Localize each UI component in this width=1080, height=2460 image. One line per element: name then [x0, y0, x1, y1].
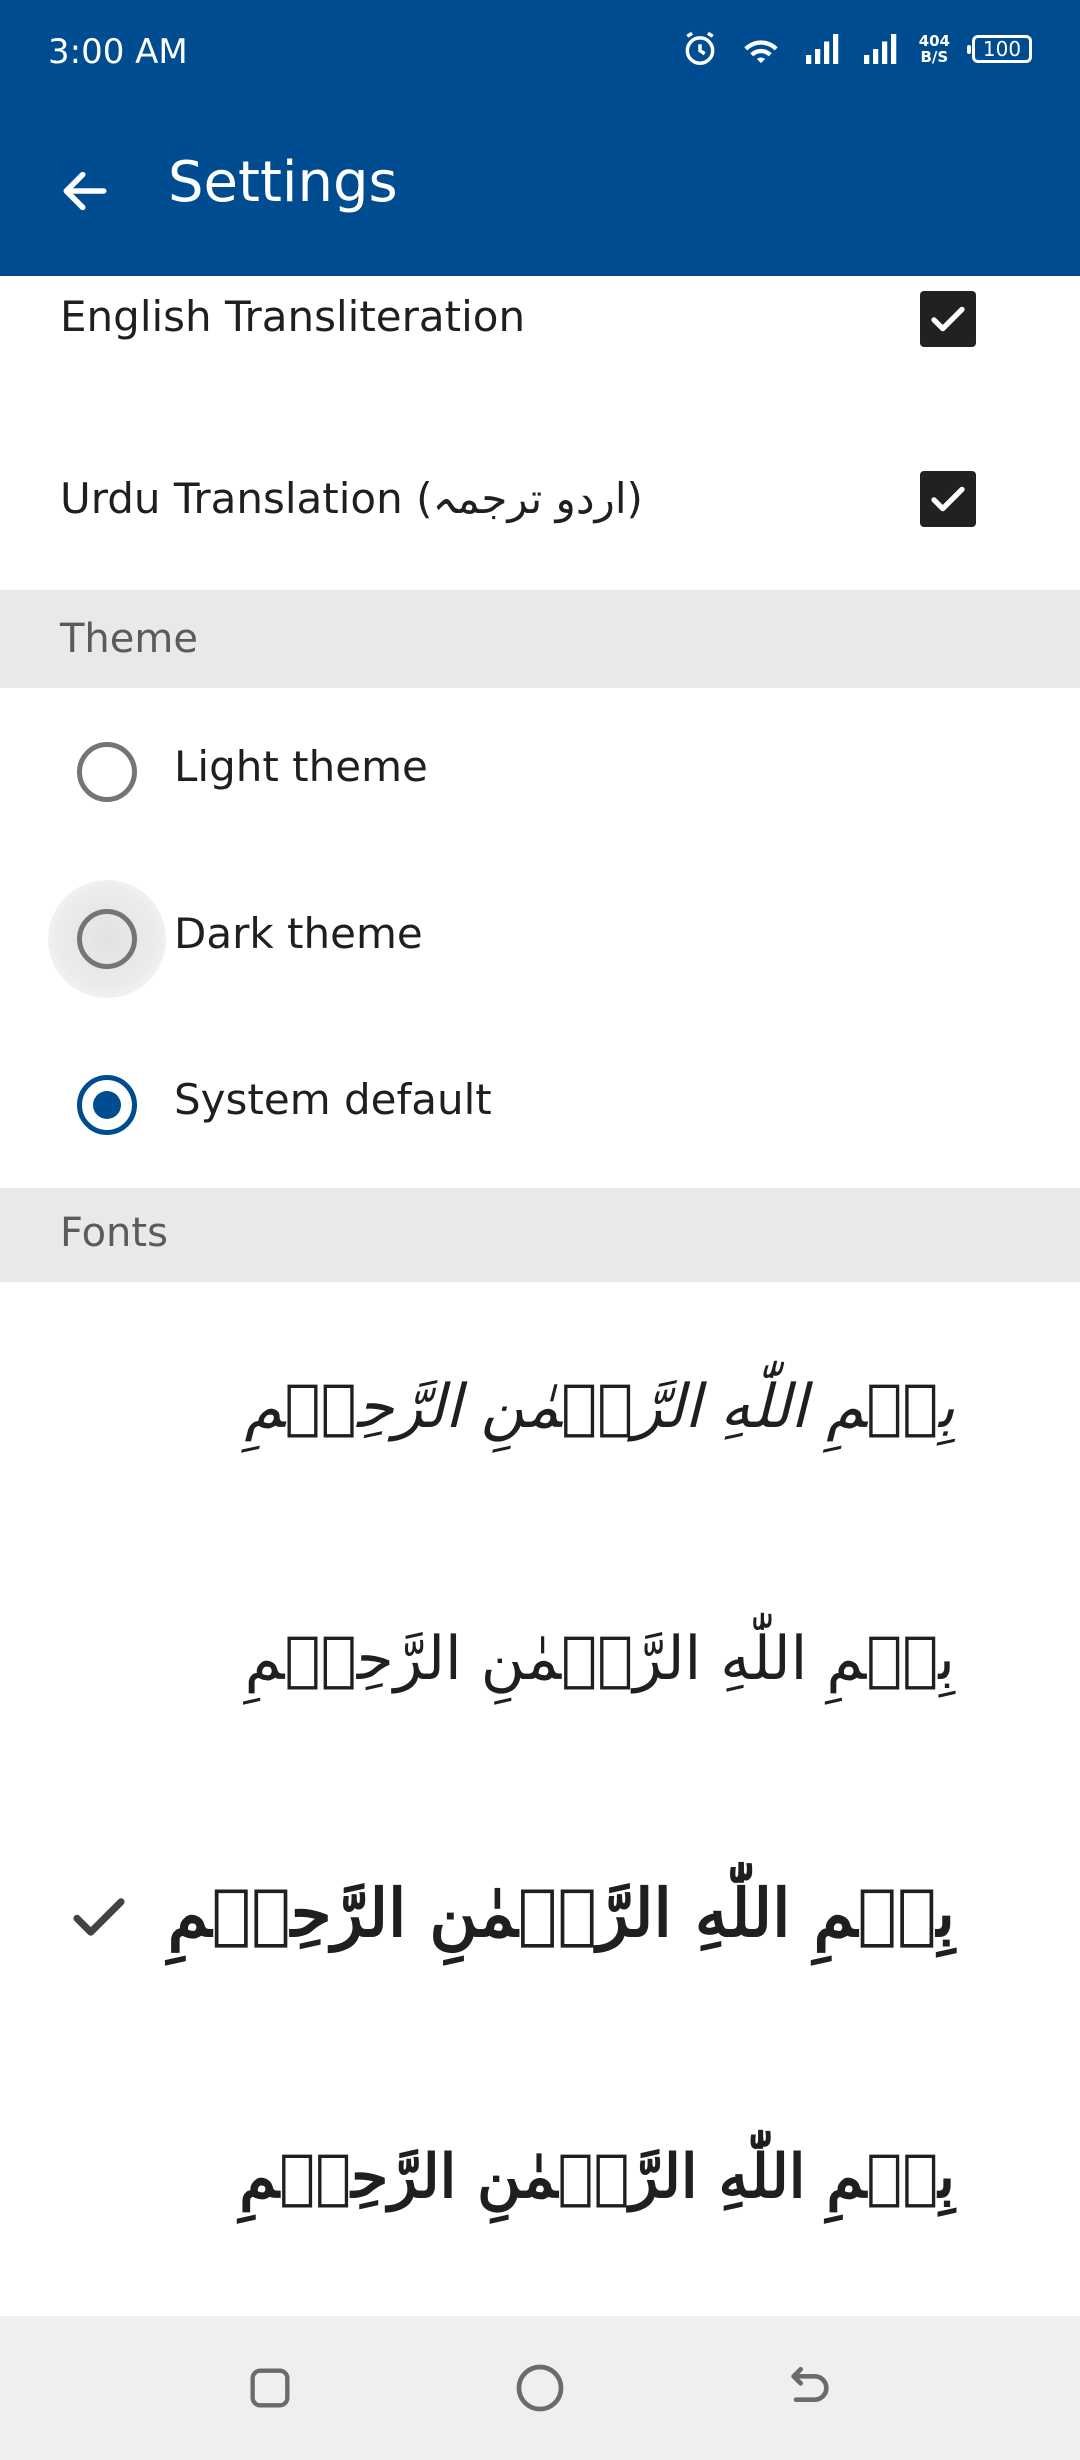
radio-light-theme[interactable]	[77, 742, 137, 802]
radio-dark-theme[interactable]	[77, 909, 137, 969]
return-arrow-icon	[791, 2367, 829, 2402]
section-title: Theme	[60, 616, 198, 662]
network-speed-unit: B/S	[920, 48, 949, 66]
circle-icon	[516, 2364, 564, 2412]
battery-level: 100	[982, 37, 1022, 61]
network-speed: 404 B/S	[919, 33, 950, 65]
font-sample: بِسۡمِ اللّٰهِ الرَّحۡمٰنِ الرَّحِيۡمِ	[244, 1624, 955, 1694]
square-icon	[250, 2368, 290, 2408]
arrow-left-icon	[63, 171, 107, 211]
page-title: Settings	[168, 150, 398, 215]
pref-english-transliteration[interactable]: English Transliteration	[0, 276, 1080, 420]
status-time: 3:00 AM	[48, 32, 188, 72]
radio-label: System default	[174, 1075, 492, 1124]
section-header-theme: Theme	[0, 590, 1080, 688]
font-option-2[interactable]: بِسۡمِ اللّٰهِ الرَّحۡمٰنِ الرَّحِيۡمِ	[0, 1538, 1080, 1794]
alarm-icon	[681, 30, 719, 68]
system-nav-bar	[0, 2316, 1080, 2460]
back-nav-button[interactable]	[774, 2352, 846, 2424]
pref-label: Urdu Translation (اردو ترجمہ)	[60, 474, 643, 523]
radio-system-default[interactable]	[77, 1075, 137, 1135]
radio-label: Dark theme	[174, 909, 423, 958]
recents-button[interactable]	[234, 2352, 306, 2424]
selected-check-icon	[66, 1884, 132, 1954]
check-icon	[931, 486, 965, 512]
wifi-icon	[741, 31, 781, 67]
signal-icon-2	[861, 31, 897, 67]
radio-row-system-default[interactable]: System default	[0, 1034, 1080, 1174]
signal-icon-1	[803, 31, 839, 67]
checkbox-english-transliteration[interactable]	[920, 291, 976, 347]
network-speed-value: 404	[918, 32, 950, 50]
font-option-1[interactable]: بِسۡمِ اللّٰهِ الرَّحۡمٰنِ الرَّحِيۡمِ	[0, 1282, 1080, 1538]
pref-urdu-translation[interactable]: Urdu Translation (اردو ترجمہ)	[0, 420, 1080, 590]
font-option-3[interactable]: بِسۡمِ اللّٰهِ الرَّحۡمٰنِ الرَّحِيۡمِ	[0, 1794, 1080, 2052]
radio-row-light-theme[interactable]: Light theme	[0, 700, 1080, 840]
check-icon	[931, 306, 965, 332]
home-button[interactable]	[504, 2352, 576, 2424]
app-bar: 3:00 AM 404 B/S 100 Settings	[0, 0, 1080, 276]
back-button[interactable]	[40, 146, 130, 236]
checkbox-urdu-translation[interactable]	[920, 471, 976, 527]
section-header-fonts: Fonts	[0, 1188, 1080, 1282]
pref-label: English Transliteration	[60, 292, 526, 341]
status-icons: 404 B/S 100	[681, 30, 1032, 68]
radio-label: Light theme	[174, 742, 428, 791]
section-title: Fonts	[60, 1210, 168, 1256]
font-sample: بِسۡمِ اللّٰهِ الرَّحۡمٰنِ الرَّحِيۡمِ	[239, 2142, 955, 2212]
battery-icon: 100	[967, 35, 1032, 63]
radio-row-dark-theme[interactable]: Dark theme	[0, 868, 1080, 1008]
font-sample: بِسۡمِ اللّٰهِ الرَّحۡمٰنِ الرَّحِيۡمِ	[167, 1874, 955, 1952]
font-option-4[interactable]: بِسۡمِ اللّٰهِ الرَّحۡمٰنِ الرَّحِيۡمِ	[0, 2052, 1080, 2316]
font-sample: بِسۡمِ اللّٰهِ الرَّحۡمٰنِ الرَّحِيۡمِ	[244, 1372, 955, 1442]
